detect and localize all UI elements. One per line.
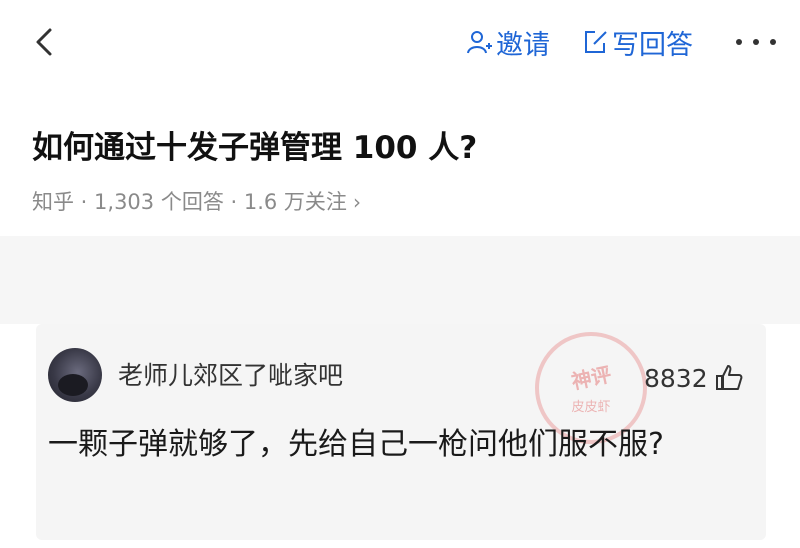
person-plus-icon xyxy=(467,31,492,54)
write-answer-label: 写回答 xyxy=(612,29,693,61)
like-button[interactable]: 8832 xyxy=(644,358,744,398)
top-bar: 邀请 写回答 xyxy=(0,0,800,84)
avatar[interactable] xyxy=(48,348,102,402)
watermark-text-2: 皮皮虾 xyxy=(571,400,611,415)
follower-count: 1.6 万关注 xyxy=(243,190,347,214)
avatar-shade xyxy=(58,374,88,396)
more-dot xyxy=(736,39,742,45)
meta-separator: · xyxy=(223,190,244,214)
answer-text: 一颗子弹就够了，先给自己一枪问他们服不服? xyxy=(48,427,664,462)
section-divider xyxy=(0,236,800,324)
invite-button[interactable]: 邀请 xyxy=(466,24,550,61)
edit-icon xyxy=(585,31,607,53)
chevron-right-icon: › xyxy=(352,190,361,214)
write-answer-button[interactable]: 写回答 xyxy=(582,24,693,61)
back-button[interactable] xyxy=(28,24,60,60)
question-meta[interactable]: 知乎 · 1,303 个回答 · 1.6 万关注 › xyxy=(32,184,361,220)
answer-count: 1,303 个回答 xyxy=(94,190,224,214)
invite-label: 邀请 xyxy=(496,29,550,61)
chevron-left-icon xyxy=(36,28,52,56)
answer-author[interactable]: 老师儿郊区了呲家吧 xyxy=(118,356,343,396)
more-dot xyxy=(753,39,759,45)
meta-separator: · xyxy=(74,190,95,214)
like-count: 8832 xyxy=(644,363,708,393)
more-button[interactable] xyxy=(736,28,776,56)
thumbs-up-icon xyxy=(715,365,743,390)
source-label: 知乎 xyxy=(32,190,74,214)
more-dot xyxy=(770,39,776,45)
question-title: 如何通过十发子弹管理 100 人? xyxy=(32,130,478,166)
watermark-text-1: 神评 xyxy=(569,362,614,394)
